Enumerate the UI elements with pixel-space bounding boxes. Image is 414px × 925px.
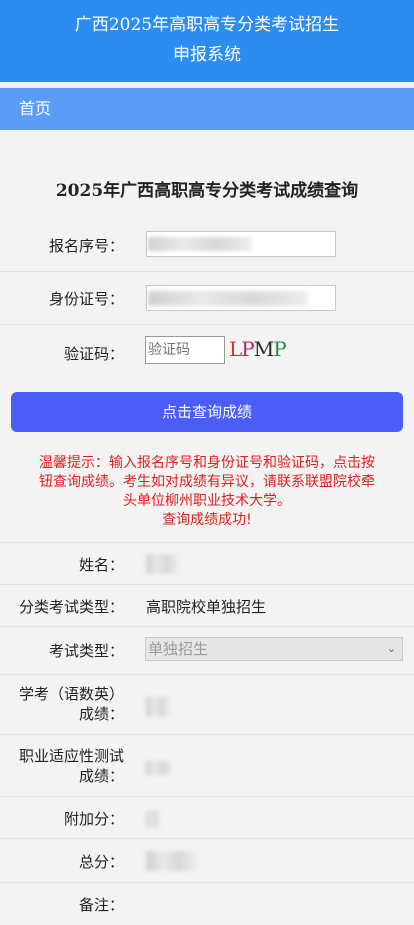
success-message: 查询成绩成功!: [162, 512, 252, 528]
remarks-row: 备注：: [0, 882, 414, 925]
name-value-redacted: [146, 554, 178, 574]
vocational-score-label-line: 职业适应性测试: [18, 747, 124, 765]
tip-line: 钮查询成绩。考生如对成绩有异议，请联系联盟院校牵: [39, 474, 375, 490]
bonus-label: 附加分：: [63, 810, 124, 828]
page-title: 2025年广西高职高专分类考试成绩查询: [55, 181, 359, 201]
vocational-score-redacted: [146, 761, 172, 775]
vocational-score-row: 职业适应性测试 成绩：: [0, 734, 414, 797]
chevron-down-icon: ⌄: [386, 642, 396, 655]
tip-message: 温馨提示：输入报名序号和身份证号和验证码，点击按 钮查询成绩。考生如对成绩有异议…: [10, 454, 404, 530]
category-label: 分类考试类型：: [18, 598, 124, 616]
vocational-score-label: 职业适应性测试 成绩：: [19, 746, 124, 786]
query-card: 2025年广西高职高专分类考试成绩查询 报名序号： 身份证号： 验证码： LPM…: [0, 130, 414, 924]
header-title-line1: 广西2025年高职高专分类考试招生: [74, 15, 340, 35]
bonus-row: 附加分：: [0, 796, 414, 839]
nav-bar: 首页: [0, 88, 414, 130]
captcha-image[interactable]: LPMP: [229, 337, 295, 363]
id-row: 身份证号：: [0, 271, 414, 325]
total-row: 总分：: [0, 838, 414, 883]
academic-score-label-line: 成绩：: [78, 705, 124, 723]
header-title-line2: 申报系统: [173, 45, 241, 65]
name-row: 姓名：: [0, 542, 414, 585]
remarks-label: 备注：: [78, 896, 124, 914]
captcha-char: M: [253, 337, 275, 361]
app-header: 广西2025年高职高专分类考试招生 申报系统: [0, 0, 414, 82]
nav-home-link[interactable]: 首页: [19, 99, 51, 118]
query-button[interactable]: 点击查询成绩: [11, 392, 403, 432]
academic-score-label: 学考（语数英） 成绩：: [19, 684, 124, 724]
vocational-score-label-line: 成绩：: [78, 767, 124, 785]
academic-score-row: 学考（语数英） 成绩：: [0, 674, 414, 735]
reg-no-row: 报名序号：: [0, 225, 414, 271]
reg-no-value-redacted: [148, 237, 252, 251]
captcha-input[interactable]: [145, 336, 225, 364]
category-row: 分类考试类型： 高职院校单独招生: [0, 584, 414, 627]
total-label: 总分：: [78, 853, 124, 871]
tip-line: 头单位柳州职业技术大学。: [123, 493, 291, 509]
bonus-value-redacted: [146, 810, 160, 828]
id-label: 身份证号：: [48, 290, 124, 308]
captcha-char: L: [229, 337, 242, 361]
captcha-row: 验证码： LPMP: [0, 324, 414, 378]
category-value: 高职院校单独招生: [146, 598, 267, 616]
total-value-redacted: [146, 851, 196, 871]
id-value-redacted: [148, 291, 308, 306]
tip-line: 温馨提示：输入报名序号和身份证号和验证码，点击按: [39, 455, 375, 471]
exam-type-value: 单独招生: [148, 640, 209, 658]
academic-score-redacted: [146, 697, 170, 717]
reg-no-label: 报名序号：: [48, 237, 124, 255]
captcha-char: P: [241, 337, 255, 361]
captcha-char: P: [273, 337, 287, 361]
name-label: 姓名：: [78, 556, 124, 574]
captcha-label: 验证码：: [63, 345, 124, 363]
exam-type-row: 考试类型： 单独招生 ⌄: [0, 626, 414, 675]
exam-type-label: 考试类型：: [48, 642, 124, 660]
academic-score-label-line: 学考（语数英）: [18, 685, 124, 703]
exam-type-select[interactable]: 单独招生 ⌄: [145, 637, 403, 661]
